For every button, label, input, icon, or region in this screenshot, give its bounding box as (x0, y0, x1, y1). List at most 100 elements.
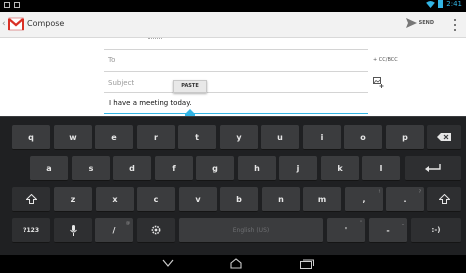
key-n[interactable]: n (262, 187, 300, 212)
message-body[interactable]: I have a meeting today. (109, 99, 192, 107)
compose-form: To + CC/BCC Subject PASTE I have a meeti… (0, 38, 466, 121)
recent-apps-icon[interactable] (300, 259, 314, 269)
space-key-label: English (US) (232, 226, 270, 234)
attach-picture-icon[interactable] (373, 77, 384, 89)
key-j-label: j (296, 163, 300, 173)
smiley-key-label: :-) (431, 226, 441, 234)
send-button[interactable]: SEND (405, 18, 434, 28)
slash-key[interactable]: / @ (95, 218, 133, 243)
microphone-icon (69, 224, 77, 236)
overflow-menu-icon[interactable] (454, 19, 458, 31)
symbols-key-label: ?123 (22, 226, 39, 234)
key-i[interactable]: i (303, 125, 341, 150)
key-v[interactable]: v (179, 187, 217, 212)
key-a-label: a (46, 163, 52, 173)
paste-button[interactable]: PASTE (173, 80, 207, 93)
apostrophe-key[interactable]: ' " (327, 218, 365, 243)
key-i-label: i (320, 132, 324, 142)
key-z[interactable]: z (54, 187, 92, 212)
android-screen: 2:41 ‹ Compose SEND To + CC/BCC Subject (0, 0, 466, 273)
focused-field-underline (104, 113, 368, 114)
key-k-label: k (337, 163, 343, 173)
slash-key-hint: @ (126, 220, 130, 225)
key-q[interactable]: q (12, 125, 50, 150)
key-g[interactable]: g (196, 156, 234, 181)
backspace-key[interactable] (427, 125, 461, 150)
key-e[interactable]: e (95, 125, 133, 150)
apostrophe-key-label: ' (344, 225, 348, 235)
key-s-label: s (88, 163, 94, 173)
status-bar: 2:41 (0, 0, 466, 12)
key-x[interactable]: x (96, 187, 134, 212)
key-e-label: e (111, 132, 117, 142)
key-z-label: z (70, 194, 76, 204)
key-l-label: l (379, 163, 383, 173)
action-bar: ‹ Compose SEND (0, 12, 466, 38)
subject-field[interactable]: Subject (108, 79, 134, 87)
key-comma[interactable]: ,! (345, 187, 383, 212)
divider (104, 71, 368, 72)
key-y-label: y (236, 132, 242, 142)
cc-bcc-button[interactable]: + CC/BCC (373, 57, 398, 63)
soft-keyboard: q w e r t y u i o p a s d f g h j k l z x c v b n m,!.? ?123 /@ Engl… (0, 116, 466, 255)
gear-icon (151, 225, 161, 235)
key-a[interactable]: a (30, 156, 68, 181)
key-o[interactable]: o (344, 125, 382, 150)
key-w[interactable]: w (54, 125, 92, 150)
key-h-label: h (254, 163, 260, 173)
system-status: 2:41 (426, 0, 462, 8)
notification-icon (4, 2, 10, 8)
key-d[interactable]: d (113, 156, 151, 181)
key-y[interactable]: y (220, 125, 258, 150)
mic-key[interactable] (54, 218, 92, 243)
apostrophe-key-hint: " (360, 220, 362, 225)
key-period[interactable]: .? (386, 187, 424, 212)
to-field[interactable]: To (108, 56, 115, 64)
key-comma-label: , (362, 194, 366, 204)
up-caret-icon[interactable]: ‹ (2, 19, 6, 29)
symbols-key[interactable]: ?123 (12, 218, 50, 243)
key-comma-hint: ! (378, 189, 380, 194)
gmail-logo-icon[interactable] (8, 17, 24, 31)
key-r[interactable]: r (137, 125, 175, 150)
key-w-label: w (69, 132, 77, 142)
key-u[interactable]: u (261, 125, 299, 150)
shift-key-right[interactable] (427, 187, 461, 212)
space-key[interactable]: English (US) (179, 218, 323, 243)
settings-key[interactable] (137, 218, 175, 243)
smiley-key[interactable]: :-) (411, 218, 461, 243)
back-icon[interactable] (162, 258, 174, 268)
key-x-label: x (112, 194, 118, 204)
enter-icon (425, 163, 441, 172)
key-g-label: g (212, 163, 218, 173)
key-l[interactable]: l (362, 156, 400, 181)
key-c[interactable]: c (137, 187, 175, 212)
key-p[interactable]: p (386, 125, 424, 150)
key-b-label: b (236, 194, 242, 204)
shift-key-left[interactable] (12, 187, 50, 212)
key-k[interactable]: k (321, 156, 359, 181)
key-v-label: v (195, 194, 201, 204)
key-h[interactable]: h (238, 156, 276, 181)
dash-key-hint: _ (402, 220, 404, 225)
wifi-icon (426, 0, 436, 8)
key-d-label: d (129, 163, 135, 173)
key-u-label: u (277, 132, 283, 142)
key-f[interactable]: f (155, 156, 193, 181)
home-icon[interactable] (229, 258, 243, 269)
notification-icons (4, 1, 20, 8)
key-b[interactable]: b (220, 187, 258, 212)
divider (104, 49, 368, 50)
divider (104, 92, 368, 93)
key-o-label: o (360, 132, 366, 142)
shift-icon (438, 194, 450, 204)
key-j[interactable]: j (279, 156, 317, 181)
enter-key[interactable] (405, 156, 461, 181)
key-n-label: n (278, 194, 284, 204)
key-s[interactable]: s (72, 156, 110, 181)
key-t[interactable]: t (178, 125, 216, 150)
dash-key[interactable]: - _ (369, 218, 407, 243)
key-r-label: r (154, 132, 158, 142)
dash-key-label: - (386, 225, 390, 235)
key-m[interactable]: m (303, 187, 341, 212)
